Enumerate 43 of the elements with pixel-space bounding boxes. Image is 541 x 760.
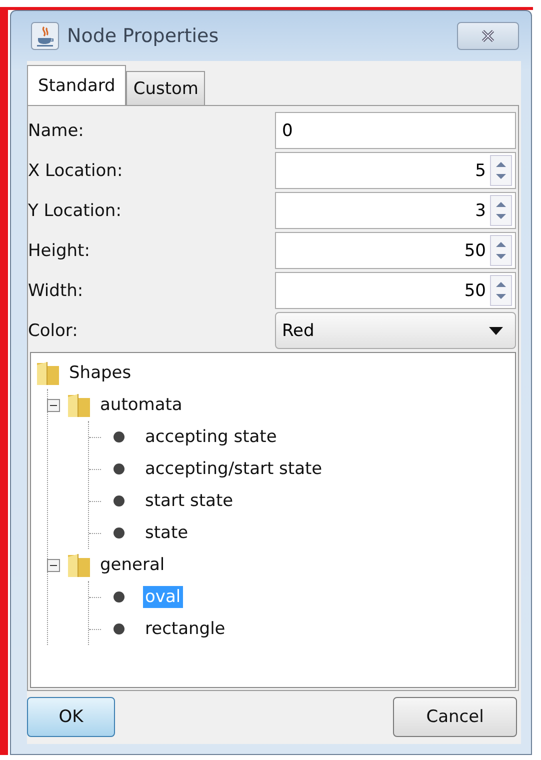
field-label: X Location:: [28, 160, 124, 182]
tree-item[interactable]: accepting state: [143, 426, 279, 448]
spinner-field[interactable]: 50: [275, 232, 516, 269]
field-label: Color:: [28, 320, 79, 342]
tree-item[interactable]: accepting/start state: [143, 458, 324, 480]
tab[interactable]: Custom: [126, 71, 206, 105]
field-label: Width:: [28, 280, 84, 302]
ok-button[interactable]: OK: [27, 697, 115, 737]
spinner-field[interactable]: 50: [275, 272, 516, 309]
dot-icon: [113, 431, 125, 443]
spin-button[interactable]: [490, 155, 512, 186]
field-label: Height:: [28, 240, 91, 262]
dot-icon: [113, 495, 125, 507]
field-label: Y Location:: [28, 200, 122, 222]
folder-icon: [35, 359, 61, 387]
folder-icon: [66, 551, 92, 579]
tab[interactable]: Standard: [27, 65, 126, 105]
spinner-field[interactable]: 3: [275, 192, 516, 229]
field-label: Name:: [28, 120, 85, 142]
tree-item[interactable]: start state: [143, 490, 236, 512]
folder-icon: [66, 391, 92, 419]
cancel-button[interactable]: Cancel: [393, 697, 517, 737]
spin-button[interactable]: [490, 235, 512, 266]
dot-icon: [113, 591, 125, 603]
dot-icon: [113, 463, 125, 475]
spin-button[interactable]: [490, 275, 512, 306]
spinner-field[interactable]: 5: [275, 152, 516, 189]
caret-icon: [489, 326, 503, 334]
tree-item[interactable]: Shapes: [67, 362, 134, 384]
tree-item[interactable]: general: [98, 554, 167, 576]
coffee-cup-icon: [31, 22, 59, 50]
collapse-icon[interactable]: [47, 398, 60, 412]
collapse-icon[interactable]: [47, 558, 60, 572]
tree-item[interactable]: rectangle: [143, 618, 228, 640]
close-button[interactable]: [457, 22, 519, 50]
window-title: Node Properties: [67, 25, 220, 47]
input-field[interactable]: 0: [275, 112, 516, 149]
tree-item[interactable]: state: [143, 522, 190, 544]
spin-button[interactable]: [490, 195, 512, 226]
dot-icon: [113, 527, 125, 539]
tree-item[interactable]: automata: [98, 394, 184, 416]
dot-icon: [113, 623, 125, 635]
color-dropdown[interactable]: Red: [275, 312, 516, 349]
